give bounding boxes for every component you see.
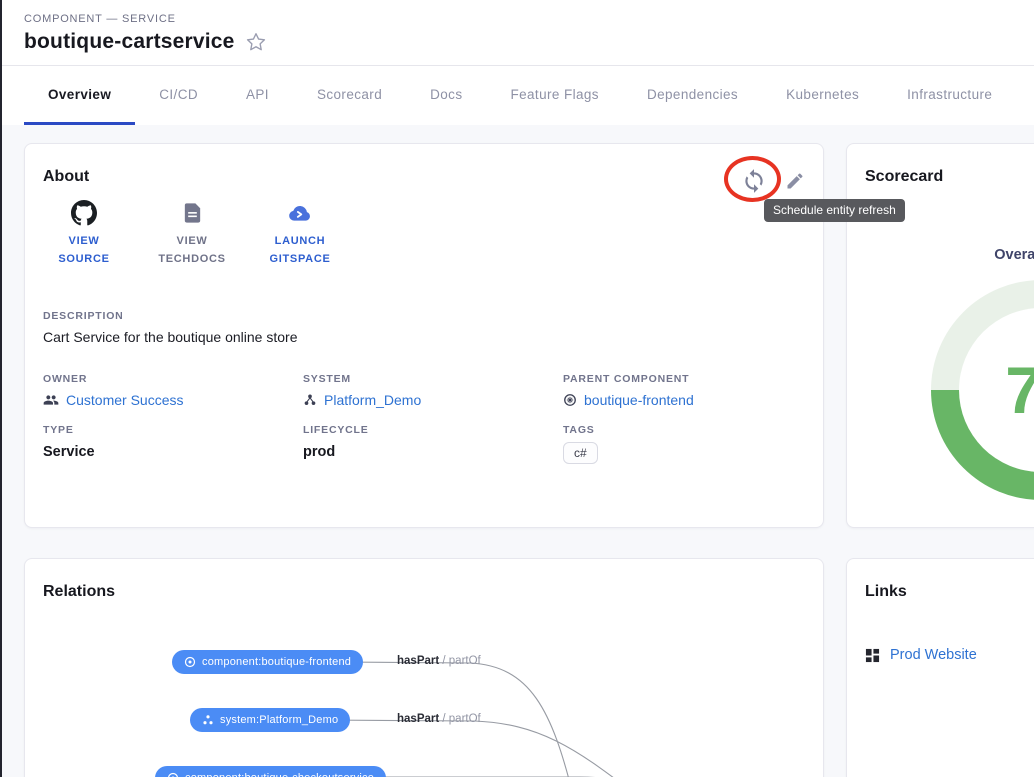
node-label: component:boutique-checkoutservice: [185, 772, 374, 777]
graph-node-boutique-frontend[interactable]: component:boutique-frontend: [172, 650, 363, 674]
parent-component-field: PARENT COMPONENT boutique-frontend: [563, 373, 803, 408]
refresh-entity-button[interactable]: [741, 168, 767, 194]
graph-node-platform-demo[interactable]: system:Platform_Demo: [190, 708, 350, 732]
node-label: system:Platform_Demo: [220, 714, 338, 726]
tag-chip[interactable]: c#: [563, 442, 598, 464]
lifecycle-label: LIFECYCLE: [303, 424, 563, 436]
type-field: TYPE Service: [43, 424, 303, 464]
group-icon: [43, 392, 59, 408]
tab-bar: Overview CI/CD API Scorecard Docs Featur…: [2, 66, 1034, 125]
system-value: Platform_Demo: [324, 392, 421, 408]
tab-infrastructure[interactable]: Infrastructure: [883, 66, 1016, 125]
about-card: About VIEW SOURCE: [24, 143, 824, 528]
system-icon: [303, 393, 317, 407]
prod-website-label: Prod Website: [890, 647, 977, 663]
tab-feature-flags[interactable]: Feature Flags: [486, 66, 623, 125]
launch-gitspace-label: LAUNCH GITSPACE: [259, 233, 341, 268]
description-field: DESCRIPTION Cart Service for the boutiqu…: [43, 310, 803, 345]
parent-component-link[interactable]: boutique-frontend: [563, 392, 803, 408]
system-link[interactable]: Platform_Demo: [303, 392, 563, 408]
pencil-icon: [785, 171, 805, 191]
scorecard-card-title: Scorecard: [865, 168, 1034, 186]
view-techdocs-link[interactable]: VIEW TECHDOCS: [151, 200, 233, 268]
breadcrumb: COMPONENT — SERVICE: [24, 13, 1034, 25]
component-icon: [563, 393, 577, 407]
component-icon: [184, 656, 196, 668]
about-card-title: About: [43, 168, 803, 186]
view-source-link[interactable]: VIEW SOURCE: [43, 200, 125, 268]
owner-field: OWNER Customer Success: [43, 373, 303, 408]
type-value: Service: [43, 444, 303, 460]
owner-link[interactable]: Customer Success: [43, 392, 303, 408]
view-techdocs-label: VIEW TECHDOCS: [151, 233, 233, 268]
relations-card: Relations hasPart / partOf hasPart / par…: [24, 558, 824, 777]
dashboard-icon: [865, 648, 880, 663]
tab-kubernetes[interactable]: Kubernetes: [762, 66, 883, 125]
links-card-title: Links: [865, 583, 1034, 601]
edge-label: hasPart / partOf: [397, 655, 481, 667]
tab-cicd[interactable]: CI/CD: [135, 66, 222, 125]
tab-api[interactable]: API: [222, 66, 293, 125]
links-card: Links Prod Website: [846, 558, 1034, 777]
system-field: SYSTEM Platform_Demo: [303, 373, 563, 408]
system-icon: [202, 714, 214, 726]
scorecard-donut: 75: [931, 280, 1034, 500]
type-label: TYPE: [43, 424, 303, 436]
refresh-tooltip: Schedule entity refresh: [764, 199, 905, 222]
document-icon: [181, 200, 204, 226]
about-card-actions: [741, 168, 805, 194]
description-value: Cart Service for the boutique online sto…: [43, 329, 803, 345]
relations-graph: hasPart / partOf hasPart / partOf compon…: [25, 559, 823, 777]
view-source-label: VIEW SOURCE: [43, 233, 125, 268]
tags-label: TAGS: [563, 424, 803, 436]
description-label: DESCRIPTION: [43, 310, 803, 322]
launch-gitspace-link[interactable]: LAUNCH GITSPACE: [259, 200, 341, 268]
page-title: boutique-cartservice: [24, 30, 235, 54]
tab-docs[interactable]: Docs: [406, 66, 486, 125]
prod-website-link[interactable]: Prod Website: [865, 647, 1034, 663]
tab-overview[interactable]: Overview: [24, 66, 135, 125]
lifecycle-field: LIFECYCLE prod: [303, 424, 563, 464]
lifecycle-value: prod: [303, 444, 563, 460]
tags-field: TAGS c#: [563, 424, 803, 464]
overall-score-value: 75: [959, 308, 1034, 472]
parent-component-label: PARENT COMPONENT: [563, 373, 803, 385]
github-icon: [71, 200, 97, 226]
edge-label: hasPart / partOf: [397, 713, 481, 725]
system-label: SYSTEM: [303, 373, 563, 385]
refresh-icon: [741, 168, 767, 194]
overall-score-label: Overall Score: [865, 247, 1034, 263]
owner-label: OWNER: [43, 373, 303, 385]
node-label: component:boutique-frontend: [202, 656, 351, 668]
page-header: COMPONENT — SERVICE boutique-cartservice: [2, 0, 1034, 66]
tab-dependencies[interactable]: Dependencies: [623, 66, 762, 125]
parent-component-value: boutique-frontend: [584, 392, 694, 408]
graph-node-boutique-checkoutservice[interactable]: component:boutique-checkoutservice: [155, 766, 386, 777]
relation-edges: [25, 559, 823, 777]
about-fields-grid: OWNER Customer Success SYSTEM Platform_D…: [43, 373, 803, 464]
tab-scorecard[interactable]: Scorecard: [293, 66, 406, 125]
owner-value: Customer Success: [66, 392, 183, 408]
component-icon: [167, 772, 179, 777]
favorite-star-icon[interactable]: [245, 31, 267, 53]
entity-page: COMPONENT — SERVICE boutique-cartservice…: [0, 0, 1034, 777]
cloud-terminal-icon: [286, 200, 314, 226]
edit-entity-button[interactable]: [785, 171, 805, 191]
about-quick-links: VIEW SOURCE VIEW TECHDOCS LAUNCH GITSPAC…: [43, 200, 803, 268]
